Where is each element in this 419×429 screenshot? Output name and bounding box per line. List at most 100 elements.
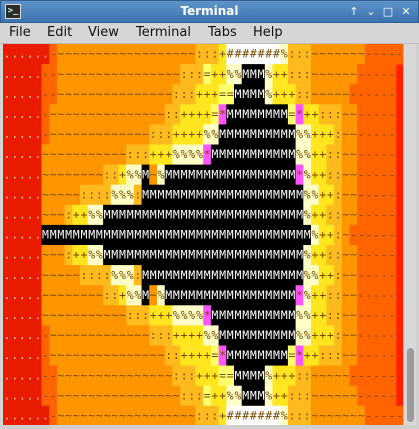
menu-file[interactable]: File	[9, 25, 31, 40]
ascii-glyph: ~	[327, 368, 334, 382]
window-titlebar[interactable]: >_ Terminal ↑ ⌄ □ ✕	[0, 0, 419, 23]
ascii-glyph: .	[4, 328, 11, 342]
arrow-up-icon[interactable]: ↑	[347, 5, 361, 19]
ascii-glyph: :	[335, 288, 342, 302]
ascii-glyph: +	[196, 368, 203, 382]
ascii-glyph: M	[258, 67, 265, 81]
ascii-glyph: ~	[96, 308, 103, 322]
ascii-glyph: ~	[111, 87, 118, 101]
ascii-glyph: M	[273, 187, 280, 201]
ascii-glyph: M	[165, 268, 172, 282]
ascii-glyph: :	[335, 228, 342, 242]
ascii-glyph: ~	[50, 268, 57, 282]
ascii-glyph: .	[11, 87, 18, 101]
scrollbar-thumb[interactable]	[407, 348, 414, 422]
ascii-glyph: M	[158, 208, 165, 222]
ascii-glyph: =	[227, 368, 234, 382]
ascii-glyph: .	[19, 388, 26, 402]
ascii-glyph: M	[150, 228, 157, 242]
ascii-glyph: M	[211, 308, 218, 322]
ascii-glyph: ~	[42, 268, 49, 282]
ascii-glyph: .	[27, 107, 34, 121]
ascii-glyph: ~	[111, 67, 118, 81]
ascii-glyph: -	[50, 67, 57, 81]
ascii-glyph: ~	[342, 87, 349, 101]
terminal-scrollbar[interactable]	[403, 44, 416, 425]
ascii-glyph: =	[288, 107, 295, 121]
menu-help[interactable]: Help	[253, 25, 283, 40]
ascii-glyph: .	[19, 87, 26, 101]
ascii-glyph: M	[296, 268, 303, 282]
ascii-glyph: :	[81, 187, 88, 201]
ascii-glyph: M	[227, 167, 234, 181]
ascii-glyph: M	[281, 187, 288, 201]
ascii-glyph: :	[327, 107, 334, 121]
ascii-glyph: M	[242, 288, 249, 302]
ascii-glyph: ~	[312, 368, 319, 382]
ascii-glyph: +	[211, 368, 218, 382]
ascii-glyph: M	[258, 308, 265, 322]
ascii-glyph: *	[204, 308, 211, 322]
close-icon[interactable]: ✕	[399, 5, 413, 19]
ascii-glyph: ~	[88, 388, 95, 402]
ascii-glyph: M	[188, 208, 195, 222]
ascii-glyph: ~	[57, 208, 64, 222]
ascii-glyph: :	[327, 248, 334, 262]
ascii-glyph: %	[281, 47, 288, 61]
ascii-glyph: :	[181, 368, 188, 382]
ascii-glyph: -	[365, 167, 372, 181]
menu-edit[interactable]: Edit	[47, 25, 72, 40]
ascii-glyph: ~	[165, 67, 172, 81]
ascii-glyph: ~	[188, 47, 195, 61]
ascii-glyph: .	[11, 308, 18, 322]
ascii-glyph: -	[389, 147, 396, 161]
ascii-glyph: M	[250, 228, 257, 242]
ascii-glyph: +	[81, 208, 88, 222]
ascii-glyph: +	[319, 147, 326, 161]
ascii-glyph: M	[119, 208, 126, 222]
ascii-glyph: M	[227, 268, 234, 282]
ascii-glyph: M	[196, 288, 203, 302]
ascii-glyph: -	[358, 107, 365, 121]
ascii-glyph: M	[188, 248, 195, 262]
ascii-glyph: ~	[50, 348, 57, 362]
menu-view[interactable]: View	[88, 25, 119, 40]
maximize-icon[interactable]: □	[381, 5, 395, 19]
ascii-glyph: ~	[150, 348, 157, 362]
ascii-glyph: .	[19, 167, 26, 181]
ascii-glyph: M	[273, 127, 280, 141]
ascii-glyph: M	[219, 308, 226, 322]
ascii-glyph: M	[227, 127, 234, 141]
ascii-glyph: ~	[127, 107, 134, 121]
ascii-glyph: ~	[81, 47, 88, 61]
terminal-view[interactable]: ...... - ~ ~ ~ ~ ~ ~ ~ ~ ~ ~ ~ ~ ~ ~ ~ ~ ~ ~::: + # # # # # # #%:::…	[3, 44, 403, 425]
ascii-glyph: ~	[350, 328, 357, 342]
ascii-glyph: -	[389, 388, 396, 402]
ascii-glyph: +	[188, 348, 195, 362]
ascii-glyph: -	[389, 47, 396, 61]
ascii-glyph: -	[373, 167, 380, 181]
ascii-glyph: .	[11, 127, 18, 141]
ascii-glyph: +	[319, 167, 326, 181]
ascii-glyph: :	[204, 409, 211, 423]
ascii-glyph: +	[158, 147, 165, 161]
ascii-glyph: ~	[88, 87, 95, 101]
ascii-glyph: M	[258, 107, 265, 121]
ascii-glyph: -	[365, 67, 372, 81]
ascii-glyph: -	[373, 288, 380, 302]
ascii-glyph: M	[134, 248, 141, 262]
ascii-glyph: M	[288, 228, 295, 242]
ascii-glyph: ~	[142, 107, 149, 121]
ascii-glyph: ~	[312, 388, 319, 402]
ascii-glyph: M	[281, 208, 288, 222]
ascii-glyph: M	[258, 388, 265, 402]
ascii-glyph: M	[242, 187, 249, 201]
ascii-glyph: ~	[96, 167, 103, 181]
ascii-glyph: ~	[134, 388, 141, 402]
menu-terminal[interactable]: Terminal	[136, 25, 191, 40]
ascii-glyph: M	[250, 127, 257, 141]
ascii-glyph: :	[296, 388, 303, 402]
menu-tabs[interactable]: Tabs	[208, 25, 237, 40]
minimize-icon[interactable]: ⌄	[364, 5, 378, 19]
ascii-glyph: +	[204, 87, 211, 101]
